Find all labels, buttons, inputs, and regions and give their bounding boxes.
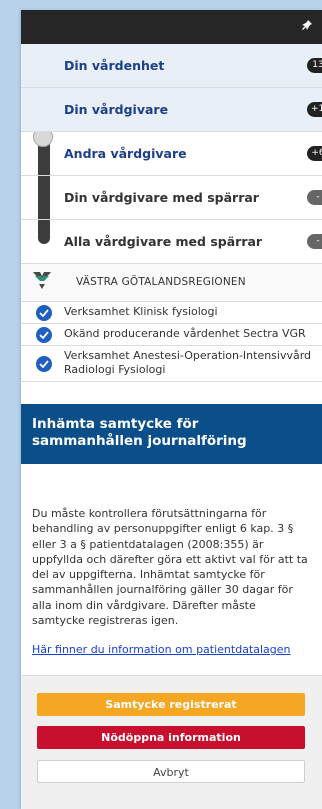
level-count-badge: +6	[307, 146, 322, 161]
check-circle-icon	[36, 326, 52, 343]
level-din-vardgivare-sparrar[interactable]: Din vårdgivare med spärrar -	[21, 176, 322, 220]
patient-data-law-link[interactable]: Här finner du information om patientdata…	[32, 642, 311, 657]
region-name: VÄSTRA GÖTALANDSREGIONEN	[76, 276, 246, 288]
level-count-badge: -	[307, 190, 322, 205]
pin-icon[interactable]	[300, 19, 314, 33]
level-din-vardgivare[interactable]: Din vårdgivare +11	[21, 88, 322, 132]
care-unit-item[interactable]: Verksamhet Anestesi-Operation-Intensivvå…	[21, 346, 322, 382]
access-panel: Din vårdenhet 13 Din vårdgivare +11 Andr…	[21, 10, 322, 809]
level-label: Andra vårdgivare	[64, 146, 187, 161]
consent-registered-button[interactable]: Samtycke registrerat	[37, 693, 305, 716]
level-label: Din vårdgivare	[64, 102, 169, 117]
emergency-open-button[interactable]: Nödöppna information	[37, 726, 305, 749]
care-unit-name: Okänd producerande vårdenhet Sectra VGR	[64, 327, 306, 340]
consent-body: Du måste kontrollera förutsättningarna f…	[21, 464, 322, 670]
action-bar: Samtycke registrerat Nödöppna informatio…	[21, 675, 322, 809]
panel-topbar	[21, 10, 322, 44]
level-count-badge: -	[307, 234, 322, 249]
level-alla-vardgivare-sparrar[interactable]: Alla vårdgivare med spärrar -	[21, 220, 322, 264]
region-logo-icon	[32, 270, 52, 294]
check-circle-icon	[36, 304, 52, 321]
level-label: Din vårdenhet	[64, 58, 165, 73]
level-din-vardenhet[interactable]: Din vårdenhet 13	[21, 44, 322, 88]
care-unit-item[interactable]: Okänd producerande vårdenhet Sectra VGR	[21, 324, 322, 346]
level-label: Alla vårdgivare med spärrar	[64, 234, 263, 249]
consent-text: Du måste kontrollera förutsättningarna f…	[32, 507, 308, 628]
consent-heading: Inhämta samtycke för sammanhållen journa…	[21, 404, 322, 464]
care-unit-name: Verksamhet Anestesi-Operation-Intensivvå…	[64, 349, 312, 376]
cancel-button[interactable]: Avbryt	[37, 760, 305, 783]
check-circle-icon	[36, 355, 52, 372]
level-count-badge: 13	[307, 58, 322, 73]
care-unit-item[interactable]: Verksamhet Klinisk fysiologi	[21, 302, 322, 324]
access-level-list: Din vårdenhet 13 Din vårdgivare +11 Andr…	[21, 44, 322, 264]
level-count-badge: +11	[307, 102, 322, 117]
care-unit-name: Verksamhet Klinisk fysiologi	[64, 305, 218, 318]
level-andra-vardgivare[interactable]: Andra vårdgivare +6	[21, 132, 322, 176]
region-header: VÄSTRA GÖTALANDSREGIONEN	[21, 264, 322, 302]
level-label: Din vårdgivare med spärrar	[64, 190, 259, 205]
